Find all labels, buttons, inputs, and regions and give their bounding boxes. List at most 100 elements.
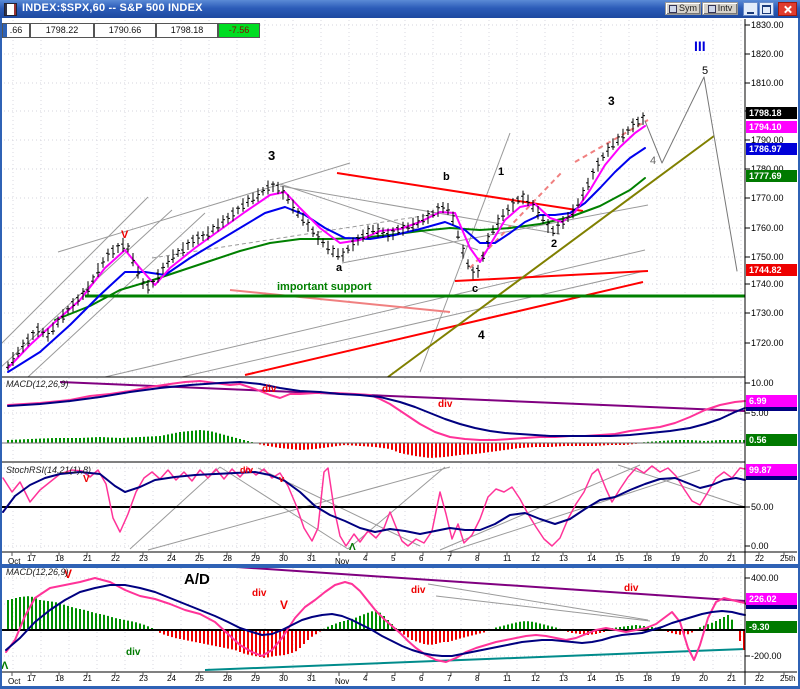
app-window: 3 Vb 1 a c 2 3 4 5 III important support 4 div div Vdi… — [0, 0, 800, 689]
macd-axis-label: 10.00 — [751, 378, 774, 388]
macd-price-badge: 6.99 — [746, 395, 797, 407]
quote-box-4: -7.56 — [218, 23, 260, 38]
price-axis-label: 1820.00 — [751, 49, 784, 59]
main-price-badge: 1794.10 — [746, 121, 797, 133]
maximize-icon — [762, 4, 771, 14]
stoch-price-badge: 99.87 — [746, 464, 797, 476]
bottom-date-label: 22 — [755, 674, 764, 683]
maximize-button[interactable] — [759, 2, 774, 16]
price-axis-label: 1730.00 — [751, 308, 784, 318]
bottom-date-label: 18 — [55, 674, 64, 683]
price-axis-label: 1830.00 — [751, 20, 784, 30]
stoch-axis-label: 0.00 — [751, 541, 769, 551]
minimize-button[interactable] — [743, 2, 758, 16]
mid-date-label: 18 — [55, 554, 64, 563]
bottom-date-label: 22 — [111, 674, 120, 683]
bottom-date-label: 12 — [531, 674, 540, 683]
close-icon — [783, 5, 792, 14]
mid-date-label: 21 — [727, 554, 736, 563]
mid-date-label: 30 — [279, 554, 288, 563]
main-price-badge: 1798.18 — [746, 107, 797, 119]
bottom-date-label: 23 — [139, 674, 148, 683]
bottom-date-label: Nov — [335, 677, 350, 686]
mid-date-label: 15 — [615, 554, 624, 563]
ad-axis-label: 400.00 — [751, 573, 779, 583]
mid-date-label: 4 — [363, 554, 368, 563]
bottom-date-label: 30 — [279, 674, 288, 683]
mid-date-label: 24 — [167, 554, 176, 563]
bottom-date-label: 13 — [559, 674, 568, 683]
mid-date-label: 13 — [559, 554, 568, 563]
mid-date-label: 23 — [139, 554, 148, 563]
mid-date-label: 22 — [755, 554, 764, 563]
price-axis-label: 1810.00 — [751, 78, 784, 88]
bottom-date-label: 19 — [671, 674, 680, 683]
price-axis-label: 1740.00 — [751, 279, 784, 289]
ad-price-badge: -9.30 — [746, 621, 797, 633]
bottom-date-label: 7 — [447, 674, 452, 683]
intv-button[interactable]: Intv — [702, 2, 738, 15]
bottom-date-label: 21 — [83, 674, 92, 683]
mid-date-label: 19 — [671, 554, 680, 563]
bottom-date-label: 11 — [503, 674, 512, 683]
bottom-date-label: 25th — [780, 674, 796, 683]
bottom-date-label: 28 — [223, 674, 232, 683]
ad-price-badge: 226.02 — [746, 593, 797, 605]
bottom-date-label: 14 — [587, 674, 596, 683]
intv-button-label: Intv — [717, 3, 733, 13]
title-bar[interactable]: INDEX:$SPX,60 -- S&P 500 INDEX Sym Intv — [0, 0, 800, 18]
mid-date-label: 7 — [447, 554, 452, 563]
bottom-date-label: Oct — [8, 677, 21, 686]
quote-box-1: 1798.22 — [30, 23, 94, 38]
bottom-date-label: 18 — [643, 674, 652, 683]
quote-box-2: 1790.66 — [94, 23, 156, 38]
main-price-badge: 1744.82 — [746, 264, 797, 276]
mid-date-label: 17 — [27, 554, 36, 563]
macd-price-badge: 0.56 — [746, 434, 797, 446]
mid-date-label: 12 — [531, 554, 540, 563]
bottom-date-label: 8 — [475, 674, 480, 683]
quote-strip — [3, 24, 7, 37]
mid-date-label: 14 — [587, 554, 596, 563]
mid-date-label: 25th — [780, 554, 796, 563]
price-axis-label: 1770.00 — [751, 193, 784, 203]
bottom-date-label: 29 — [251, 674, 260, 683]
pane-splitter[interactable] — [0, 564, 800, 568]
price-axis-label: 1720.00 — [751, 338, 784, 348]
ad-macd-panel-label: MACD(12,26,9) — [6, 567, 69, 577]
mid-date-label: 11 — [503, 554, 512, 563]
mid-date-label: 29 — [251, 554, 260, 563]
intv-icon — [707, 4, 716, 13]
window-title: INDEX:$SPX,60 -- S&P 500 INDEX — [22, 2, 203, 14]
quote-box-0: .66 — [2, 23, 30, 38]
price-axis-label: 1760.00 — [751, 223, 784, 233]
bottom-date-label: 15 — [615, 674, 624, 683]
bottom-date-label: 17 — [27, 674, 36, 683]
mid-date-label: 5 — [391, 554, 396, 563]
mid-date-label: 28 — [223, 554, 232, 563]
mid-date-label: 20 — [699, 554, 708, 563]
main-price-badge: 1777.69 — [746, 170, 797, 182]
mid-date-label: 25 — [195, 554, 204, 563]
window-border-left — [0, 18, 2, 689]
stochrsi-panel-label: StochRSI(14,21(1),8) — [6, 465, 92, 475]
bottom-date-label: 4 — [363, 674, 368, 683]
bottom-date-label: 25 — [195, 674, 204, 683]
mid-date-label: 6 — [419, 554, 424, 563]
app-icon — [4, 3, 17, 16]
mid-date-label: 31 — [307, 554, 316, 563]
sym-button-label: Sym — [679, 3, 697, 13]
minimize-icon — [747, 5, 754, 14]
close-button[interactable] — [778, 2, 797, 16]
bottom-date-label: 5 — [391, 674, 396, 683]
quote-box-3: 1798.18 — [156, 23, 218, 38]
sym-button[interactable]: Sym — [665, 2, 701, 15]
mid-date-label: 22 — [111, 554, 120, 563]
bottom-date-label: 31 — [307, 674, 316, 683]
bottom-date-label: 21 — [727, 674, 736, 683]
bottom-date-label: 24 — [167, 674, 176, 683]
ad-axis-label: -200.00 — [751, 651, 782, 661]
mid-date-label: 18 — [643, 554, 652, 563]
overlay-layer: MACD(12,26,9) StochRSI(14,21(1),8) MACD(… — [0, 0, 800, 689]
main-price-badge: 1786.97 — [746, 143, 797, 155]
